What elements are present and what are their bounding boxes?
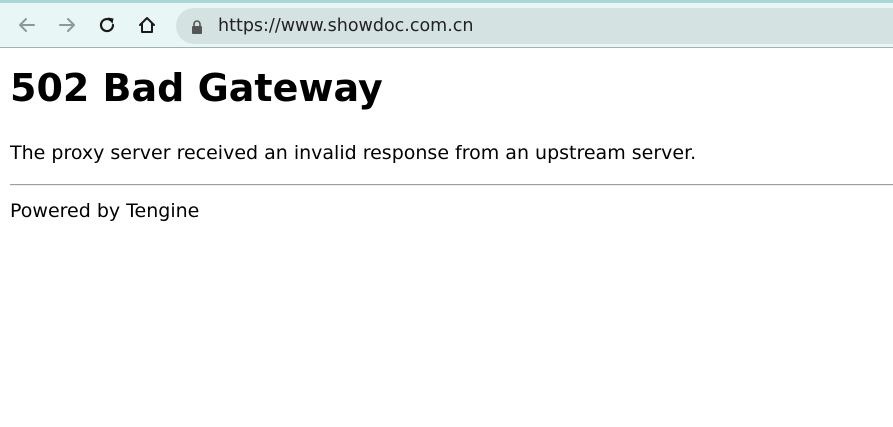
forward-button[interactable]	[53, 11, 81, 39]
divider	[10, 184, 893, 186]
url-text[interactable]: https://www.showdoc.com.cn	[218, 8, 474, 44]
back-arrow-icon	[17, 15, 37, 35]
page-content: 502 Bad Gateway The proxy server receive…	[0, 48, 893, 427]
lock-icon[interactable]	[191, 19, 203, 38]
home-icon	[137, 15, 157, 35]
server-footer: Powered by Tengine	[10, 200, 200, 222]
reload-button[interactable]	[93, 11, 121, 39]
back-button[interactable]	[13, 11, 41, 39]
page-title: 502 Bad Gateway	[10, 66, 383, 110]
address-bar[interactable]: https://www.showdoc.com.cn	[176, 8, 893, 44]
forward-arrow-icon	[57, 15, 77, 35]
browser-toolbar: https://www.showdoc.com.cn	[0, 0, 893, 48]
error-message: The proxy server received an invalid res…	[10, 142, 697, 164]
reload-icon	[97, 15, 117, 35]
home-button[interactable]	[133, 11, 161, 39]
